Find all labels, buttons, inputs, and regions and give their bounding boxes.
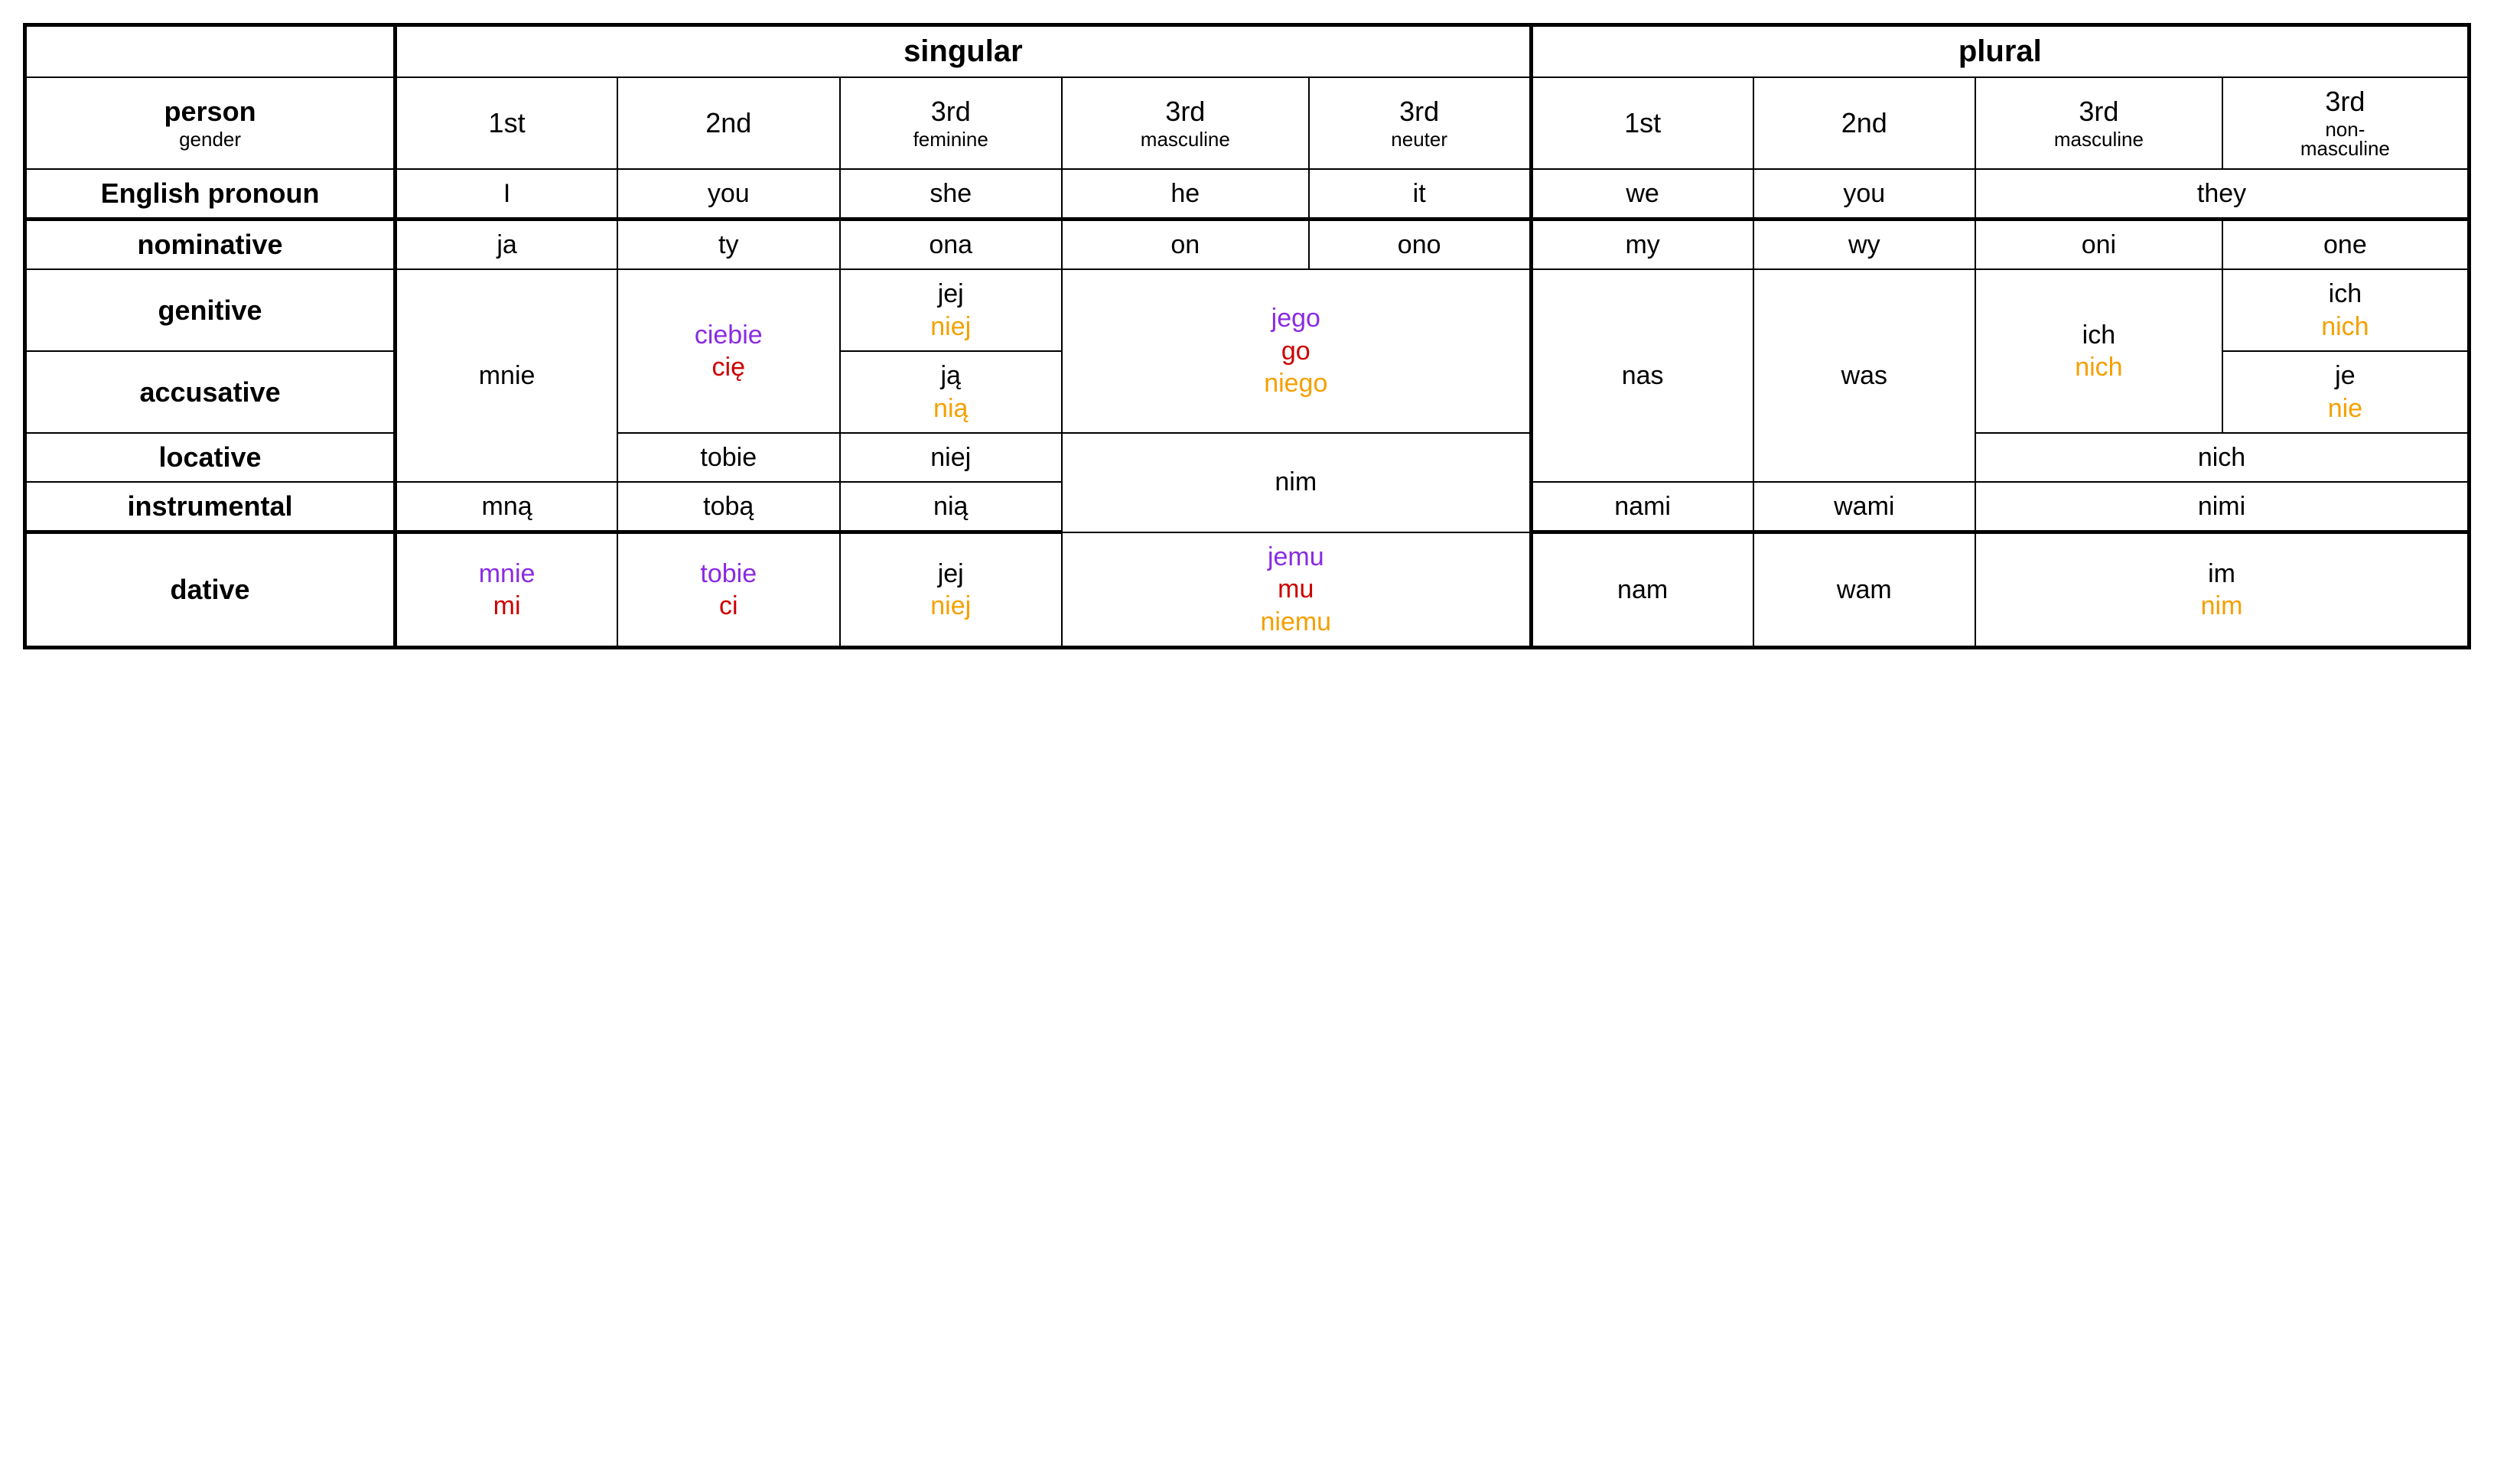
- loc-3sg-fem: niej: [840, 433, 1062, 482]
- eng-you-pl: you: [1753, 169, 1975, 220]
- nom-on: on: [1062, 220, 1309, 270]
- row-genitive: genitive: [25, 269, 396, 351]
- nom-oni: oni: [1975, 220, 2222, 270]
- gen-acc-loc-1sg: mnie: [396, 269, 617, 482]
- gen-acc-loc-1pl: nas: [1531, 269, 1753, 482]
- gen-3pl-nonmasc: ich nich: [2222, 269, 2470, 351]
- col-sg-2nd: 2nd: [617, 77, 839, 169]
- col-sg-3rd-neut: 3rdneuter: [1309, 77, 1531, 169]
- dat-1pl: nam: [1531, 532, 1753, 648]
- dat-1sg: mniemi: [396, 532, 617, 648]
- gen-acc-3pl-masc: ich nich: [1975, 269, 2222, 433]
- pronoun-declension-table: singular plural person gender 1st 2nd 3r…: [23, 23, 2471, 649]
- corner-blank: [25, 25, 396, 78]
- nom-one: one: [2222, 220, 2470, 270]
- acc-3sg-fem: ją nią: [840, 351, 1062, 433]
- header-english-pronoun: English pronoun: [25, 169, 396, 220]
- row-locative: locative: [25, 433, 396, 482]
- nom-ona: ona: [840, 220, 1062, 270]
- eng-they: they: [1975, 169, 2469, 220]
- acc-3pl-nonmasc: je nie: [2222, 351, 2470, 433]
- dat-2sg: tobieci: [617, 532, 839, 648]
- col-sg-3rd-fem: 3rdfeminine: [840, 77, 1062, 169]
- dat-3pl: imnim: [1975, 532, 2469, 648]
- header-plural: plural: [1531, 25, 2469, 78]
- ins-3sg-fem: nią: [840, 482, 1062, 532]
- dat-3sg-masc-neut: jemu mu niemu: [1062, 532, 1531, 648]
- gen-acc-3sg-masc-neut: jego go niego: [1062, 269, 1531, 433]
- row-nominative: nominative: [25, 220, 396, 270]
- ins-2pl: wami: [1753, 482, 1975, 532]
- gen-acc-2sg: ciebie cię: [617, 269, 839, 433]
- nom-ja: ja: [396, 220, 617, 270]
- header-singular: singular: [396, 25, 1532, 78]
- loc-3pl: nich: [1975, 433, 2469, 482]
- col-pl-1st: 1st: [1531, 77, 1753, 169]
- col-sg-1st: 1st: [396, 77, 617, 169]
- gen-3sg-fem: jej niej: [840, 269, 1062, 351]
- eng-she: she: [840, 169, 1062, 220]
- loc-2sg: tobie: [617, 433, 839, 482]
- ins-1sg: mną: [396, 482, 617, 532]
- eng-we: we: [1531, 169, 1753, 220]
- row-accusative: accusative: [25, 351, 396, 433]
- col-pl-3rd-masc: 3rdmasculine: [1975, 77, 2222, 169]
- eng-I: I: [396, 169, 617, 220]
- eng-it: it: [1309, 169, 1531, 220]
- dat-3sg-fem: jejniej: [840, 532, 1062, 648]
- col-pl-3rd-nonmasc: 3rd non- masculine: [2222, 77, 2470, 169]
- row-instrumental: instrumental: [25, 482, 396, 532]
- ins-2sg: tobą: [617, 482, 839, 532]
- nom-ono: ono: [1309, 220, 1531, 270]
- gen-acc-loc-2pl: was: [1753, 269, 1975, 482]
- nom-ty: ty: [617, 220, 839, 270]
- col-pl-2nd: 2nd: [1753, 77, 1975, 169]
- eng-you-sg: you: [617, 169, 839, 220]
- ins-1pl: nami: [1531, 482, 1753, 532]
- dat-2pl: wam: [1753, 532, 1975, 648]
- eng-he: he: [1062, 169, 1309, 220]
- nom-my: my: [1531, 220, 1753, 270]
- ins-3pl: nimi: [1975, 482, 2469, 532]
- row-dative: dative: [25, 532, 396, 648]
- loc-ins-3sg-masc-neut: nim: [1062, 433, 1531, 532]
- nom-wy: wy: [1753, 220, 1975, 270]
- col-sg-3rd-masc: 3rdmasculine: [1062, 77, 1309, 169]
- header-person-gender: person gender: [25, 77, 396, 169]
